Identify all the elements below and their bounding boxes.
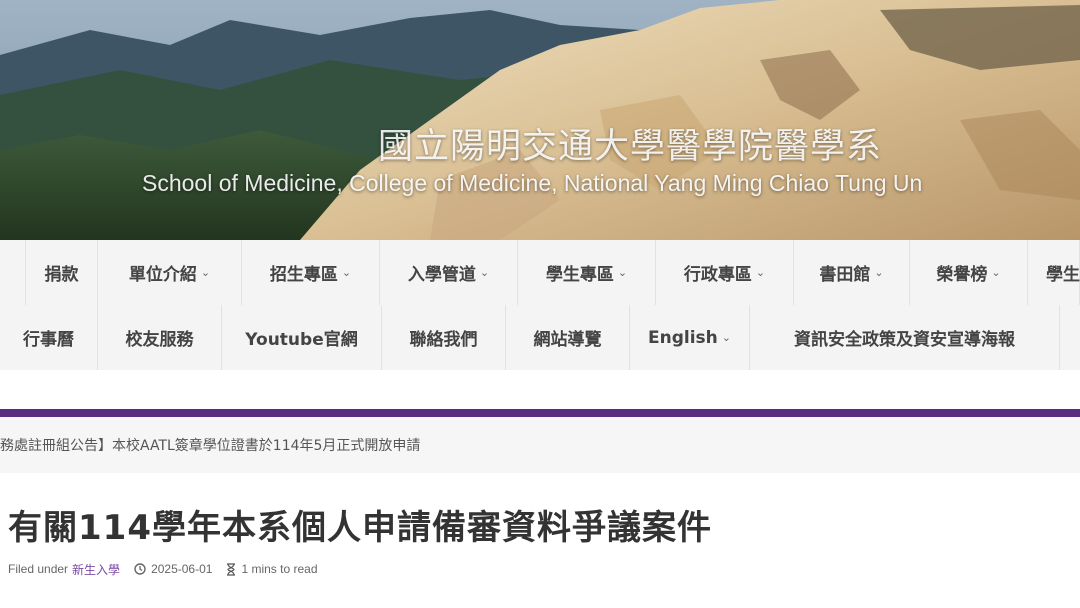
category-link[interactable]: 新生入學 <box>72 561 120 578</box>
nav-item-calendar[interactable]: 行事曆 <box>0 305 98 370</box>
nav-item-administration[interactable]: 行政專區 ⌄ <box>656 240 794 305</box>
nav-item-english[interactable]: English ⌄ <box>630 305 750 370</box>
clock-icon <box>134 563 146 575</box>
read-time: 1 mins to read <box>241 562 318 576</box>
hourglass-icon <box>226 562 236 576</box>
nav-item-label: 校友服務 <box>125 330 194 350</box>
article-meta: Filed under 新生入學 2025-06-01 1 mins to re… <box>8 559 318 579</box>
nav-item-label: 聯絡我們 <box>409 330 478 350</box>
nav-item-label: 學生 <box>1046 265 1080 285</box>
nav-item-label: 榮譽榜 <box>936 265 988 285</box>
nav-item-label: Youtube官網 <box>245 330 358 350</box>
accent-divider <box>0 409 1080 417</box>
nav-item-label: 入學管道 <box>407 265 476 285</box>
nav-item-donate[interactable]: 捐款 <box>26 240 98 305</box>
nav-item-students-cut-off[interactable]: 學生 <box>1028 240 1080 305</box>
chevron-down-icon: ⌄ <box>991 266 1001 279</box>
ticker-announcement-link[interactable]: 務處註冊組公告】本校AATL簽章學位證書於114年5月正式開放申請 <box>0 435 420 455</box>
chevron-down-icon: ⌄ <box>874 266 884 279</box>
chevron-down-icon: ⌄ <box>341 266 352 279</box>
site-title-chinese: 國立陽明交通大學醫學院醫學系 <box>378 127 883 167</box>
news-ticker: 務處註冊組公告】本校AATL簽章學位證書於114年5月正式開放申請 <box>0 417 1080 473</box>
nav-item-label: 單位介紹 <box>128 265 197 285</box>
nav-item-cut-off[interactable] <box>0 240 26 305</box>
nav-item-infosec-policy[interactable]: 資訊安全政策及資安宣導海報 <box>750 305 1060 370</box>
nav-item-sitemap[interactable]: 網站導覽 <box>506 305 630 370</box>
nav-item-admissions[interactable]: 招生專區 ⌄ <box>242 240 380 305</box>
nav-item-students[interactable]: 學生專區 ⌄ <box>518 240 656 305</box>
nav-item-label: 行事曆 <box>23 330 74 350</box>
nav-item-honor-roll[interactable]: 榮譽榜 ⌄ <box>910 240 1028 305</box>
nav-item-youtube[interactable]: Youtube官網 <box>222 305 382 370</box>
nav-item-label: 書田館 <box>819 265 871 285</box>
main-navigation: 捐款 單位介紹 ⌄ 招生專區 ⌄ 入學管道 ⌄ 學生專區 ⌄ 行政專區 ⌄ 書田館 ⌄ 榮譽… <box>0 240 1080 370</box>
chevron-down-icon: ⌄ <box>721 331 731 344</box>
chevron-down-icon: ⌄ <box>200 266 211 279</box>
nav-item-entry-channels[interactable]: 入學管道 ⌄ <box>380 240 518 305</box>
nav-item-label: 招生專區 <box>269 265 338 285</box>
nav-item-unit-intro[interactable]: 單位介紹 ⌄ <box>98 240 242 305</box>
nav-item-label: English <box>648 327 718 348</box>
nav-row-primary: 捐款 單位介紹 ⌄ 招生專區 ⌄ 入學管道 ⌄ 學生專區 ⌄ 行政專區 ⌄ 書田館 ⌄ 榮譽… <box>0 240 1080 305</box>
nav-item-alumni-service[interactable]: 校友服務 <box>98 305 222 370</box>
nav-item-label: 網站導覽 <box>533 330 602 350</box>
publish-date: 2025-06-01 <box>151 562 213 576</box>
nav-item-contact-us[interactable]: 聯絡我們 <box>382 305 506 370</box>
nav-item-label: 捐款 <box>44 265 79 285</box>
nav-item-label: 行政專區 <box>683 265 752 285</box>
chevron-down-icon: ⌄ <box>755 266 766 279</box>
nav-item-label: 學生專區 <box>545 265 614 285</box>
filed-under-label: Filed under <box>8 562 69 576</box>
nav-row-secondary: 行事曆 校友服務 Youtube官網 聯絡我們 網站導覽 English ⌄ 資訊… <box>0 305 1080 370</box>
nav-item-shutian-hall[interactable]: 書田館 ⌄ <box>794 240 910 305</box>
chevron-down-icon: ⌄ <box>617 266 628 279</box>
chevron-down-icon: ⌄ <box>479 266 490 279</box>
nav-item-label: 資訊安全政策及資安宣導海報 <box>794 330 1015 350</box>
site-title-english: School of Medicine, College of Medicine,… <box>142 170 923 196</box>
header-banner: 國立陽明交通大學醫學院醫學系 School of Medicine, Colle… <box>0 0 1080 240</box>
article-title: 有關114學年本系個人申請備審資料爭議案件 <box>8 508 712 548</box>
